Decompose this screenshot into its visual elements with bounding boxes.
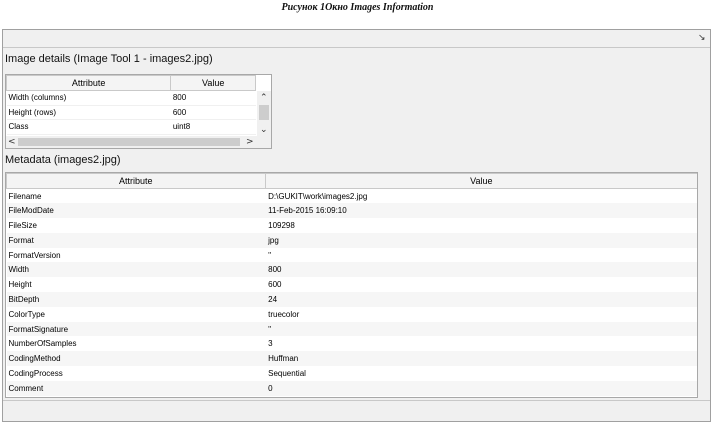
image-details-table: Attribute Value Width (columns) 800 Heig… bbox=[5, 75, 256, 135]
image-details-title: Image details (Image Tool 1 - images2.jp… bbox=[5, 53, 213, 65]
value-cell: 600 bbox=[268, 280, 282, 290]
scroll-down-icon[interactable]: ⌄ bbox=[260, 125, 268, 135]
attribute-cell: ColorType bbox=[8, 309, 45, 319]
attribute-cell: CodingProcess bbox=[8, 368, 63, 378]
attribute-cell: FormatSignature bbox=[6, 321, 266, 337]
metadata-title: Metadata (images2.jpg) bbox=[5, 154, 121, 166]
attribute-cell: Width (columns) bbox=[6, 90, 171, 106]
value-cell: 3 bbox=[268, 339, 273, 349]
attribute-cell: Format bbox=[6, 232, 266, 248]
horizontal-scrollbar[interactable]: < > bbox=[6, 136, 271, 148]
value-cell: '' bbox=[268, 250, 272, 260]
value-cell: 11-Feb-2015 16:09:10 bbox=[265, 203, 697, 219]
value-cell: 0 bbox=[265, 380, 697, 396]
value-cell: Sequential bbox=[268, 368, 306, 378]
value-cell: D:\GUKIT\work\images2.jpg bbox=[268, 191, 368, 201]
attribute-cell: FormatVersion bbox=[8, 250, 61, 260]
scroll-right-icon[interactable]: > bbox=[246, 137, 254, 147]
attribute-cell: BitDepth bbox=[6, 292, 266, 307]
table-row[interactable]: Width 800 bbox=[6, 262, 697, 278]
value-cell: truecolor bbox=[268, 309, 300, 319]
table-row[interactable]: FormatVersion '' bbox=[7, 248, 698, 263]
column-header-attribute[interactable]: Attribute bbox=[6, 173, 266, 189]
attribute-cell: Filename bbox=[8, 191, 42, 201]
table-row[interactable]: CodingProcess Sequential bbox=[7, 366, 698, 381]
table-row[interactable]: FormatSignature '' bbox=[6, 321, 697, 337]
value-cell: uint8 bbox=[170, 119, 256, 135]
table-row[interactable]: Format jpg bbox=[6, 232, 697, 248]
table-row[interactable]: Filename D:\GUKIT\work\images2.jpg bbox=[7, 189, 698, 204]
scroll-thumb[interactable] bbox=[259, 105, 269, 120]
attribute-cell: FileModDate bbox=[6, 203, 266, 219]
window-toolbar: ↘ bbox=[3, 30, 710, 48]
metadata-panel: Attribute Value Filename D:\GUKIT\work\im… bbox=[5, 172, 698, 398]
value-cell: 800 bbox=[265, 262, 697, 278]
attribute-cell: Class bbox=[6, 119, 171, 135]
scroll-up-icon[interactable]: ⌃ bbox=[260, 93, 268, 103]
attribute-cell: NumberOfSamples bbox=[8, 339, 77, 349]
value-cell: 800 bbox=[170, 90, 256, 106]
value-cell: 600 bbox=[170, 105, 256, 120]
table-row[interactable]: FileModDate 11-Feb-2015 16:09:10 bbox=[6, 203, 697, 219]
attribute-cell: Height (rows) bbox=[6, 105, 171, 120]
figure-caption: Рисунок 1Окно Images Information bbox=[281, 2, 434, 13]
table-row[interactable]: ColorType truecolor bbox=[7, 307, 698, 322]
bottom-status-strip bbox=[3, 400, 710, 421]
scroll-left-icon[interactable]: < bbox=[8, 137, 16, 147]
attribute-cell: Height bbox=[8, 280, 32, 290]
dock-arrow-icon[interactable]: ↘ bbox=[698, 34, 706, 43]
column-header-attribute[interactable]: Attribute bbox=[5, 75, 172, 91]
scroll-thumb[interactable] bbox=[18, 138, 240, 146]
attribute-cell: CodingMethod bbox=[6, 351, 266, 367]
attribute-cell: Width bbox=[6, 262, 266, 278]
value-cell: jpg bbox=[265, 232, 697, 248]
attribute-cell: FileSize bbox=[8, 220, 37, 230]
table-row[interactable]: Comment 0 bbox=[6, 380, 697, 396]
image-details-panel: Attribute Value Width (columns) 800 Heig… bbox=[5, 74, 272, 149]
metadata-table: Attribute Value Filename D:\GUKIT\work\im… bbox=[6, 173, 698, 396]
value-cell: 109298 bbox=[268, 220, 295, 230]
value-cell: 24 bbox=[265, 292, 697, 307]
image-information-window: ↘ Image details (Image Tool 1 - images2.… bbox=[2, 29, 711, 422]
vertical-scrollbar[interactable]: ⌃ ⌄ bbox=[257, 91, 271, 136]
attribute-cell: Comment bbox=[6, 380, 266, 396]
table-row[interactable]: FileSize 109298 bbox=[7, 218, 698, 233]
table-row[interactable]: BitDepth 24 bbox=[6, 292, 697, 307]
table-row[interactable]: Class uint8 bbox=[6, 119, 256, 135]
table-row[interactable]: CodingMethod Huffman bbox=[6, 351, 697, 367]
table-row[interactable]: Height (rows) 600 bbox=[6, 105, 256, 120]
value-cell: '' bbox=[265, 321, 697, 337]
table-row[interactable]: Width (columns) 800 bbox=[6, 90, 256, 106]
table-row[interactable]: Height 600 bbox=[7, 277, 698, 292]
value-cell: Huffman bbox=[265, 351, 697, 367]
table-row[interactable]: NumberOfSamples 3 bbox=[7, 336, 698, 351]
column-header-value[interactable]: Value bbox=[264, 173, 697, 189]
column-header-value[interactable]: Value bbox=[170, 75, 256, 91]
